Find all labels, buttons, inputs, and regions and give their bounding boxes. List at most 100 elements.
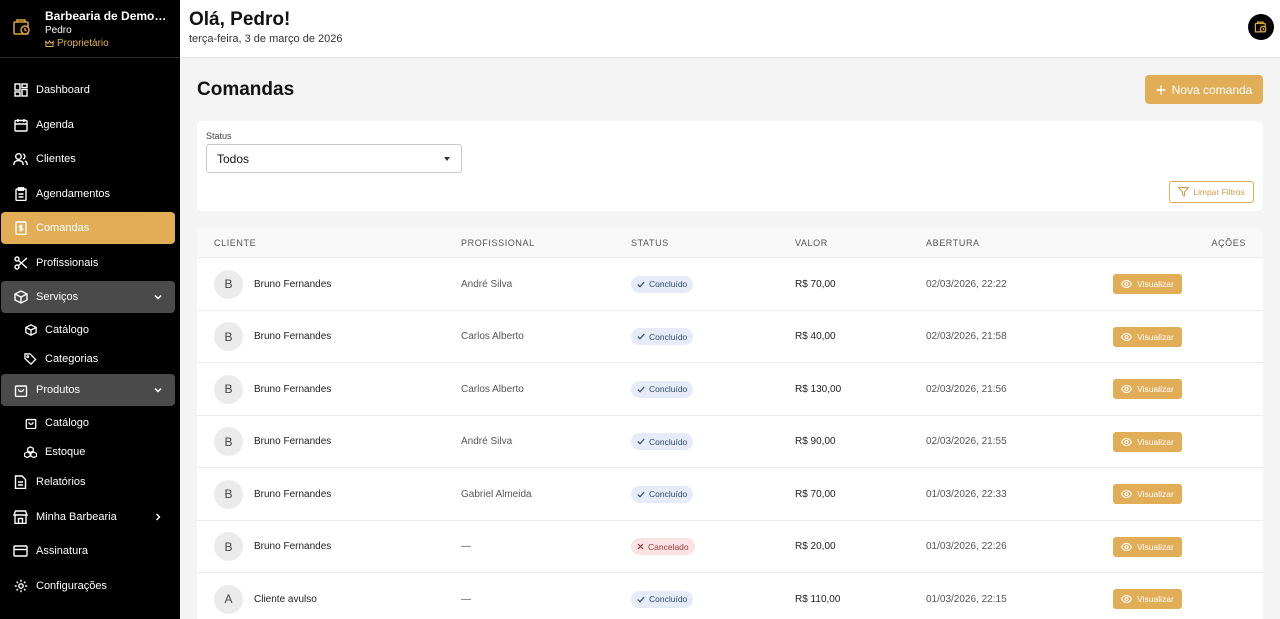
x-icon <box>637 543 644 550</box>
nav-subitem-servicos-catalogo[interactable]: Catálogo <box>0 316 180 345</box>
cell-acoes: Visualizar <box>1113 521 1182 573</box>
nav-subitem-produtos-catalogo[interactable]: Catálogo <box>0 408 180 437</box>
nav-item-dashboard[interactable]: Dashboard <box>1 74 175 106</box>
main-nav: Dashboard Agenda Clientes Agendamentos C… <box>0 74 180 604</box>
sidebar: Barbearia de Demonstração Pedro Propriet… <box>0 0 180 619</box>
eye-icon <box>1121 542 1133 551</box>
view-button[interactable]: Visualizar <box>1113 589 1182 609</box>
status-filter-label: Status <box>206 131 232 141</box>
nav-item-assinatura[interactable]: Assinatura <box>1 535 175 567</box>
bag-icon <box>13 382 28 397</box>
cell-cliente: A Cliente avulso <box>214 573 317 619</box>
status-select[interactable]: Todos <box>206 144 462 173</box>
cell-status: Cancelado <box>631 521 695 573</box>
nav-item-agenda[interactable]: Agenda <box>1 109 175 141</box>
users-icon <box>13 152 28 167</box>
nav-group-produtos[interactable]: Produtos <box>1 373 175 406</box>
cell-profissional: André Silva <box>461 278 513 290</box>
status-badge: Concluído <box>631 328 694 345</box>
table-row: B Bruno Fernandes Gabriel Almeida Concluído… <box>197 468 1263 521</box>
table-row: B Bruno Fernandes — Cancelado R$ 20,00 01/03/… <box>197 521 1263 573</box>
status-badge: Concluído <box>631 275 694 293</box>
chevron-down-icon <box>153 385 163 395</box>
cell-acoes: Visualizar <box>1113 416 1182 468</box>
new-comanda-button[interactable]: Nova comanda <box>1145 75 1263 104</box>
cell-profissional: Carlos Alberto <box>461 331 524 342</box>
view-button[interactable]: Visualizar <box>1113 431 1182 452</box>
view-button[interactable]: Visualizar <box>1113 536 1182 557</box>
status-badge: Cancelado <box>631 538 695 555</box>
check-icon <box>637 596 645 603</box>
eye-icon <box>1121 385 1133 393</box>
col-abertura: ABERTURA <box>926 237 980 248</box>
brand-header: Barbearia de Demonstração Pedro Propriet… <box>0 0 180 58</box>
nav-item-agendamentos[interactable]: Agendamentos <box>1 178 175 210</box>
eye-icon <box>1121 332 1133 341</box>
status-badge: Concluído <box>631 433 694 450</box>
client-name: Bruno Fernandes <box>254 488 332 500</box>
cell-profissional: André Silva <box>461 436 513 447</box>
chevron-right-icon <box>153 512 163 522</box>
cell-profissional: Carlos Alberto <box>461 383 524 395</box>
calendar-icon <box>13 117 28 132</box>
col-cliente: CLIENTE <box>214 237 257 248</box>
brand-name: Barbearia de Demonstração <box>45 9 171 23</box>
cell-valor: R$ 70,00 <box>795 488 836 500</box>
nav-item-minha-barbearia[interactable]: Minha Barbearia <box>1 501 175 533</box>
cell-status: Concluído <box>631 416 694 468</box>
client-avatar: B <box>214 269 243 299</box>
box-icon <box>24 324 37 337</box>
nav-subitem-servicos-categorias[interactable]: Categorias <box>0 345 180 374</box>
table-row: B Bruno Fernandes André Silva Concluído R$ 7… <box>197 258 1263 311</box>
cell-valor: R$ 110,00 <box>795 593 841 605</box>
cell-cliente: B Bruno Fernandes <box>214 311 331 363</box>
clear-filters-button[interactable]: Limpar Filtros <box>1169 181 1254 203</box>
cell-profissional: Gabriel Almeida <box>461 488 532 500</box>
chevron-down-icon <box>153 292 163 302</box>
cell-abertura: 01/03/2026, 22:15 <box>926 593 1007 605</box>
client-name: Bruno Fernandes <box>254 331 332 342</box>
cell-valor: R$ 20,00 <box>795 541 836 552</box>
view-button[interactable]: Visualizar <box>1113 484 1182 504</box>
nav-subitem-produtos-estoque[interactable]: Estoque <box>0 437 180 466</box>
check-icon <box>637 386 645 393</box>
cell-status: Concluído <box>631 363 694 415</box>
page-title: Comandas <box>197 79 295 100</box>
client-avatar: B <box>214 427 243 456</box>
eye-icon <box>1121 490 1133 498</box>
store-icon <box>13 509 28 524</box>
nav-group-servicos[interactable]: Serviços <box>1 281 175 313</box>
tag-icon <box>24 353 37 366</box>
check-icon <box>637 281 645 288</box>
client-avatar: B <box>214 479 243 509</box>
nav-item-comandas[interactable]: Comandas <box>1 212 175 244</box>
nav-item-relatorios[interactable]: Relatórios <box>1 466 175 498</box>
brand-user: Pedro <box>45 25 72 36</box>
status-badge: Concluído <box>631 380 694 398</box>
view-button[interactable]: Visualizar <box>1113 379 1182 399</box>
comandas-table: CLIENTE PROFISSIONAL STATUS VALOR ABERTU… <box>197 228 1263 619</box>
status-badge: Concluído <box>631 485 694 503</box>
nav-item-clientes[interactable]: Clientes <box>1 143 175 175</box>
col-profissional: PROFISSIONAL <box>461 237 535 248</box>
view-button[interactable]: Visualizar <box>1113 326 1182 347</box>
cell-valor: R$ 130,00 <box>795 383 842 395</box>
col-acoes: AÇÕES <box>1211 237 1246 248</box>
dropdown-caret-icon <box>444 157 450 161</box>
user-avatar[interactable] <box>1248 14 1274 40</box>
table-header: CLIENTE PROFISSIONAL STATUS VALOR ABERTU… <box>197 228 1263 258</box>
scissors-icon <box>13 255 28 270</box>
cell-valor: R$ 70,00 <box>795 278 836 290</box>
filter-icon <box>1178 187 1190 197</box>
cell-acoes: Visualizar <box>1113 311 1182 363</box>
nav-item-profissionais[interactable]: Profissionais <box>1 247 175 279</box>
cell-cliente: B Bruno Fernandes <box>214 363 331 415</box>
check-icon <box>637 333 645 340</box>
view-button[interactable]: Visualizar <box>1113 274 1182 294</box>
cell-abertura: 01/03/2026, 22:26 <box>926 541 1007 552</box>
receipt-icon <box>13 221 28 236</box>
clipboard-icon <box>13 186 28 201</box>
nav-item-configuracoes[interactable]: Configurações <box>1 570 175 602</box>
plus-icon <box>1156 85 1166 95</box>
cell-abertura: 02/03/2026, 21:55 <box>926 436 1007 447</box>
